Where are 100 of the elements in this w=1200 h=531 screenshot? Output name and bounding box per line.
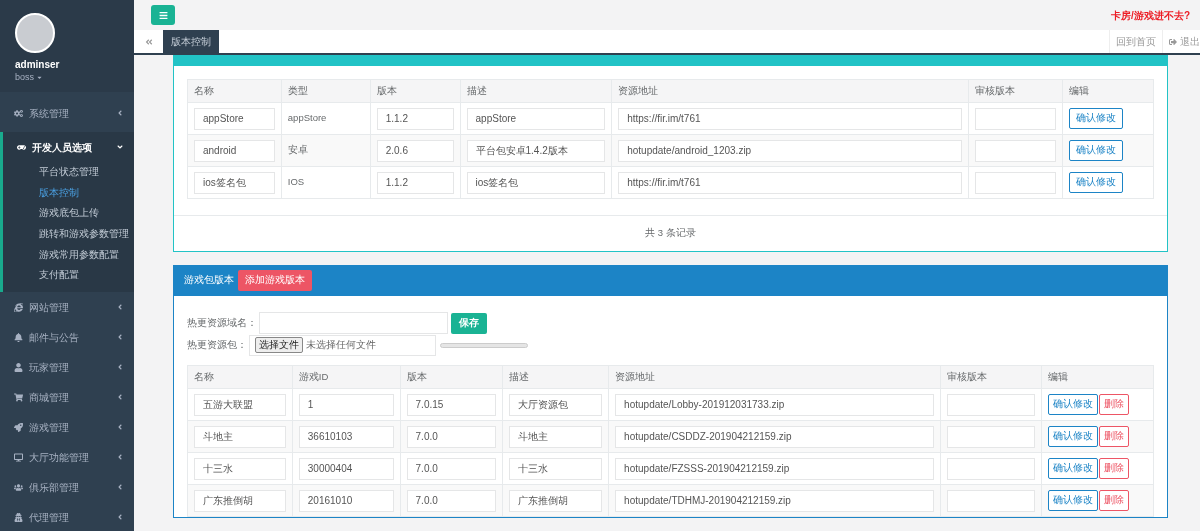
- type-text: appStore: [287, 112, 327, 124]
- cart-icon: [14, 392, 23, 402]
- confirm-button[interactable]: 确认修改: [1048, 394, 1098, 415]
- description-input[interactable]: ios签名包: [466, 171, 606, 194]
- sidebar-menu-item[interactable]: 开发人员选项: [3, 132, 134, 162]
- name-input[interactable]: appStore: [194, 107, 275, 130]
- sidebar-menu-item[interactable]: 俱乐部管理: [0, 472, 134, 503]
- domain-input[interactable]: [259, 312, 448, 334]
- submenu-item[interactable]: 版本控制: [3, 182, 134, 204]
- menu-button[interactable]: [151, 5, 175, 25]
- game-id-input[interactable]: 1: [298, 393, 394, 416]
- description-input[interactable]: appStore: [466, 107, 606, 130]
- confirm-button[interactable]: 确认修改: [1048, 426, 1098, 447]
- url-input[interactable]: hotupdate/FZSSS-201904212159.zip: [615, 457, 935, 480]
- delete-button[interactable]: 删除: [1099, 490, 1129, 511]
- confirm-button[interactable]: 确认修改: [1048, 490, 1098, 511]
- version-input[interactable]: 7.0.15: [406, 393, 497, 416]
- version-input[interactable]: 7.0.0: [406, 425, 497, 448]
- sidebar-menu-item[interactable]: 商城管理: [0, 382, 134, 413]
- version-input[interactable]: 1.1.2: [376, 171, 454, 194]
- avatar[interactable]: [15, 13, 55, 53]
- url-input[interactable]: https://fir.im/t761: [618, 171, 963, 194]
- url-input[interactable]: hotupdate/CSDDZ-201904212159.zip: [615, 425, 935, 448]
- chevron-down-icon: [116, 143, 124, 151]
- sidebar-menu-item[interactable]: 游戏管理: [0, 412, 134, 443]
- description-input[interactable]: 十三水: [509, 457, 603, 480]
- rocket-icon: [14, 422, 23, 432]
- review-version-input[interactable]: [947, 489, 1035, 512]
- user-role[interactable]: boss: [15, 72, 119, 82]
- file-status: 未选择任何文件: [306, 337, 376, 352]
- name-input[interactable]: android: [194, 139, 275, 162]
- sidebar-menu-item[interactable]: 系统管理: [0, 94, 134, 132]
- submenu-item[interactable]: 游戏底包上传: [3, 203, 134, 225]
- review-version-input[interactable]: [975, 107, 1057, 130]
- url-input[interactable]: hotupdate/Lobby-201912031733.zip: [615, 393, 935, 416]
- description-input[interactable]: 平台包安卓1.4.2版本: [466, 139, 606, 162]
- confirm-button[interactable]: 确认修改: [1048, 458, 1098, 479]
- delete-button[interactable]: 删除: [1099, 394, 1129, 415]
- column-header: 描述: [460, 79, 612, 103]
- chevron-left-icon: [116, 453, 124, 462]
- column-header: 描述: [502, 365, 609, 389]
- column-header: 编辑: [1062, 79, 1154, 103]
- chevron-left-icon: [116, 423, 124, 432]
- review-version-input[interactable]: [947, 457, 1035, 480]
- url-input[interactable]: hotupdate/TDHMJ-201904212159.zip: [615, 489, 935, 512]
- sidebar-menu-item[interactable]: 代理管理: [0, 502, 134, 531]
- sidebar-menu-item[interactable]: 网站管理: [0, 292, 134, 323]
- users-icon: [14, 482, 23, 492]
- delete-button[interactable]: 删除: [1099, 458, 1129, 479]
- submenu-item[interactable]: 支付配置: [3, 265, 134, 287]
- name-input[interactable]: 十三水: [194, 457, 286, 480]
- submenu-item[interactable]: 跳转和游戏参数管理: [3, 224, 134, 245]
- choose-file-button[interactable]: 选择文件: [255, 337, 303, 353]
- user-name: adminser: [15, 58, 61, 72]
- name-input[interactable]: 斗地主: [194, 425, 286, 448]
- submenu-item[interactable]: 平台状态管理: [3, 162, 134, 183]
- description-input[interactable]: 斗地主: [509, 425, 603, 448]
- domain-label: 热更资源域名：: [187, 315, 257, 330]
- confirm-button[interactable]: 确认修改: [1069, 172, 1124, 193]
- game-id-input[interactable]: 36610103: [298, 425, 394, 448]
- game-id-input[interactable]: 20161010: [298, 489, 394, 512]
- gamepad-icon: [17, 142, 26, 152]
- double-chevron-icon: [144, 37, 153, 46]
- description-input[interactable]: 广东推倒胡: [509, 489, 603, 512]
- record-count: 共 3 条记录: [645, 226, 696, 241]
- review-version-input[interactable]: [975, 139, 1057, 162]
- column-header: 名称: [187, 79, 282, 103]
- version-input[interactable]: 1.1.2: [376, 107, 454, 130]
- sidebar-menu-item[interactable]: 大厅功能管理: [0, 442, 134, 473]
- name-input[interactable]: ios签名包: [194, 171, 275, 194]
- confirm-button[interactable]: 确认修改: [1069, 108, 1124, 129]
- bell-icon: [14, 332, 23, 342]
- package-label: 热更资源包：: [187, 337, 247, 352]
- chevron-left-icon: [116, 333, 124, 342]
- gears-icon: [14, 108, 23, 118]
- version-input[interactable]: 7.0.0: [406, 489, 497, 512]
- chevron-left-icon: [116, 303, 124, 312]
- name-input[interactable]: 五游大联盟: [194, 393, 286, 416]
- description-input[interactable]: 大厅资源包: [509, 393, 603, 416]
- url-input[interactable]: https://fir.im/t761: [618, 107, 963, 130]
- file-input[interactable]: 选择文件 未选择任何文件: [249, 334, 436, 356]
- delete-button[interactable]: 删除: [1099, 426, 1129, 447]
- game-id-input[interactable]: 30000404: [298, 457, 394, 480]
- review-version-input[interactable]: [975, 171, 1057, 194]
- sidebar-menu-item[interactable]: 玩家管理: [0, 352, 134, 383]
- confirm-button[interactable]: 确认修改: [1069, 140, 1124, 161]
- sidebar-menu-item[interactable]: 邮件与公告: [0, 322, 134, 353]
- url-input[interactable]: hotupdate/android_1203.zip: [618, 139, 963, 162]
- page-tab[interactable]: 版本控制: [163, 30, 219, 53]
- review-version-input[interactable]: [947, 393, 1035, 416]
- submenu-item[interactable]: 游戏常用参数配置: [3, 244, 134, 266]
- column-header: 版本: [370, 79, 461, 103]
- name-input[interactable]: 广东推倒胡: [194, 489, 286, 512]
- review-version-input[interactable]: [947, 425, 1035, 448]
- column-header: 类型: [281, 79, 371, 103]
- chevron-left-icon: [116, 363, 124, 372]
- version-input[interactable]: 7.0.0: [406, 457, 497, 480]
- version-input[interactable]: 2.0.6: [376, 139, 454, 162]
- monitor-icon: [14, 452, 23, 462]
- notice-text[interactable]: 卡房/游戏进不去?: [1111, 7, 1190, 23]
